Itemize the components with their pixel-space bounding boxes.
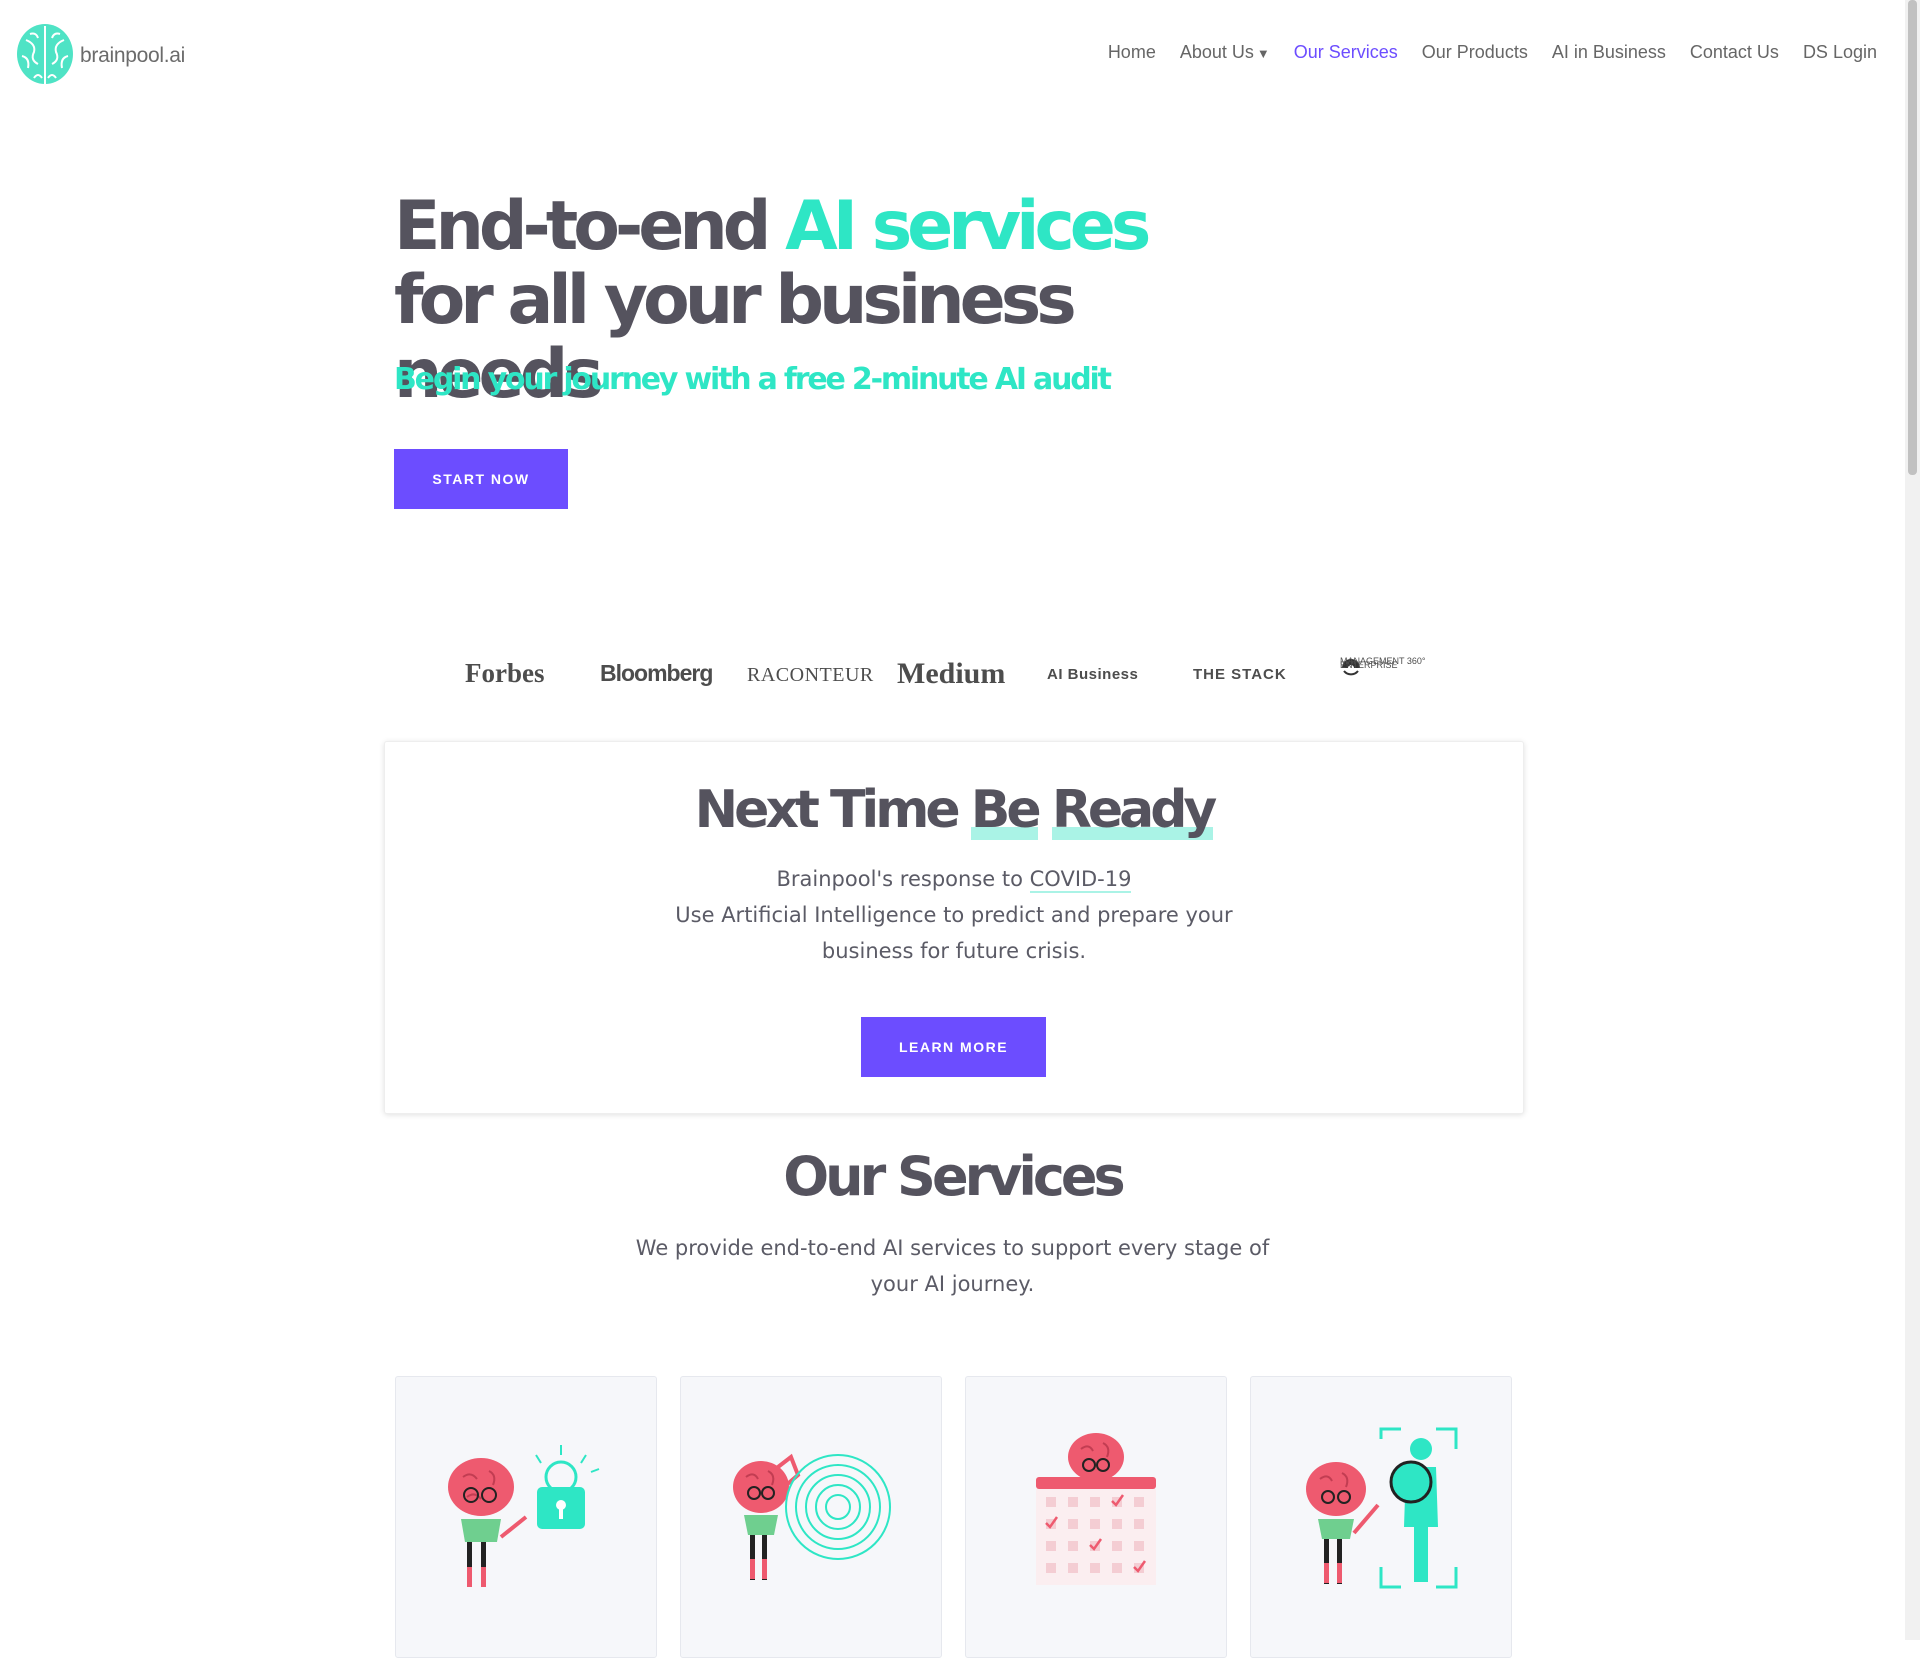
service-card[interactable] <box>680 1376 942 1658</box>
nav-ai-in-business[interactable]: AI in Business <box>1552 42 1666 63</box>
enterprise-management-logo: ENTERPRISE MANAGEMENT 360° <box>1340 657 1425 679</box>
covid-title-ready: Ready <box>1051 780 1217 840</box>
nav-contact-us[interactable]: Contact Us <box>1690 42 1779 63</box>
start-now-button[interactable]: START NOW <box>394 449 568 509</box>
press-logos: Forbes Bloomberg RACONTEUR Medium AI Bus… <box>460 650 1460 700</box>
covid-line1: Brainpool's response to COVID-19 <box>385 861 1523 897</box>
nav-our-products[interactable]: Our Products <box>1422 42 1528 63</box>
brain-calendar-icon <box>1036 1433 1156 1585</box>
covid-card-text: Brainpool's response to COVID-19 Use Art… <box>385 861 1523 969</box>
hero-title-part1: End-to-end <box>394 187 786 266</box>
service-card[interactable] <box>965 1376 1227 1658</box>
service-card[interactable] <box>1250 1376 1512 1658</box>
the-stack-logo: THE STACK <box>1193 666 1287 683</box>
nav-about-us[interactable]: About Us ▼ <box>1180 42 1270 63</box>
logo-text: brainpool.ai <box>80 44 185 67</box>
medium-logo: Medium <box>897 657 1006 690</box>
covid-card: Next Time Be Ready Brainpool's response … <box>384 741 1524 1114</box>
main-nav: Home About Us ▼ Our Services Our Products… <box>1084 42 1877 63</box>
brain-logo-icon <box>17 24 73 90</box>
learn-more-button[interactable]: LEARN MORE <box>861 1017 1046 1077</box>
ai-business-logo: AI Business <box>1047 666 1139 683</box>
nav-ds-login[interactable]: DS Login <box>1803 42 1877 63</box>
hero-title-accent: AI services <box>785 187 1151 266</box>
brain-lightbulb-lock-icon <box>448 1445 600 1587</box>
page-scrollbar[interactable] <box>1905 0 1920 1640</box>
covid-title-part1: Next Time <box>694 780 971 840</box>
site-header: brainpool.ai Home About Us ▼ Our Services… <box>0 0 1905 110</box>
services-description: We provide end-to-end AI services to sup… <box>635 1236 1270 1296</box>
hero-subtitle: Begin your journey with a free 2-minute … <box>394 362 1112 397</box>
caret-down-icon: ▼ <box>1256 46 1270 61</box>
raconteur-logo: RACONTEUR <box>747 664 874 686</box>
covid-19-link[interactable]: COVID-19 <box>1029 867 1132 893</box>
services-title: Our Services <box>783 1145 1125 1208</box>
brain-person-scan-icon <box>1306 1427 1458 1589</box>
service-card[interactable] <box>395 1376 657 1658</box>
covid-line2: Use Artificial Intelligence to predict a… <box>675 903 1233 963</box>
covid-card-title: Next Time Be Ready <box>385 780 1523 840</box>
covid-line1-prefix: Brainpool's response to <box>776 867 1030 891</box>
nav-home[interactable]: Home <box>1108 42 1156 63</box>
enterprise-line2: MANAGEMENT 360° <box>1340 656 1426 666</box>
brand-logo[interactable]: brainpool.ai <box>16 20 185 92</box>
forbes-logo: Forbes <box>465 658 545 688</box>
bloomberg-logo: Bloomberg <box>600 660 713 686</box>
brain-maze-icon <box>733 1453 891 1580</box>
scrollbar-thumb[interactable] <box>1908 0 1917 475</box>
nav-about-label: About Us <box>1179 42 1254 62</box>
covid-title-be: Be <box>970 780 1042 840</box>
nav-our-services[interactable]: Our Services <box>1294 42 1398 63</box>
